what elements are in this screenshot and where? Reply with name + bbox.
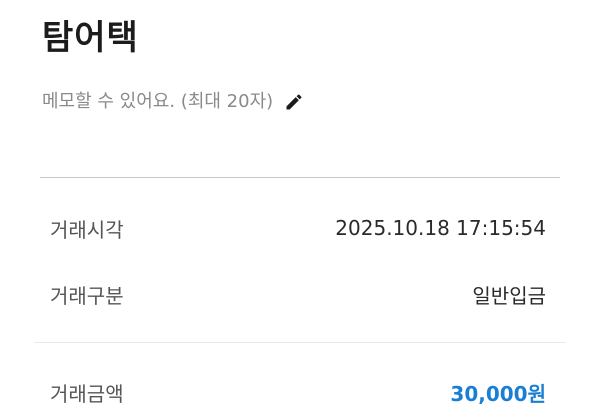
transaction-amount-value: 30,000원: [450, 381, 546, 406]
pencil-icon[interactable]: [283, 91, 305, 113]
transaction-amount-row: 거래금액 30,000원: [50, 375, 546, 409]
memo-placeholder: 메모할 수 있어요. (최대 20자): [42, 91, 274, 112]
transaction-time-value: 2025.10.18 17:15:54: [335, 216, 546, 240]
transaction-type-value: 일반입금: [472, 283, 546, 308]
section-divider: [40, 177, 560, 178]
transaction-type-row: 거래구분 일반입금: [50, 277, 546, 311]
transaction-time-row: 거래시각 2025.10.18 17:15:54: [50, 211, 546, 245]
transaction-time-label: 거래시각: [50, 217, 124, 242]
page-title: 탐어택: [42, 18, 139, 58]
row-divider: [34, 342, 566, 343]
memo-field[interactable]: 메모할 수 있어요. (최대 20자): [42, 86, 305, 118]
transaction-amount-label: 거래금액: [50, 381, 124, 406]
transaction-type-label: 거래구분: [50, 283, 124, 308]
